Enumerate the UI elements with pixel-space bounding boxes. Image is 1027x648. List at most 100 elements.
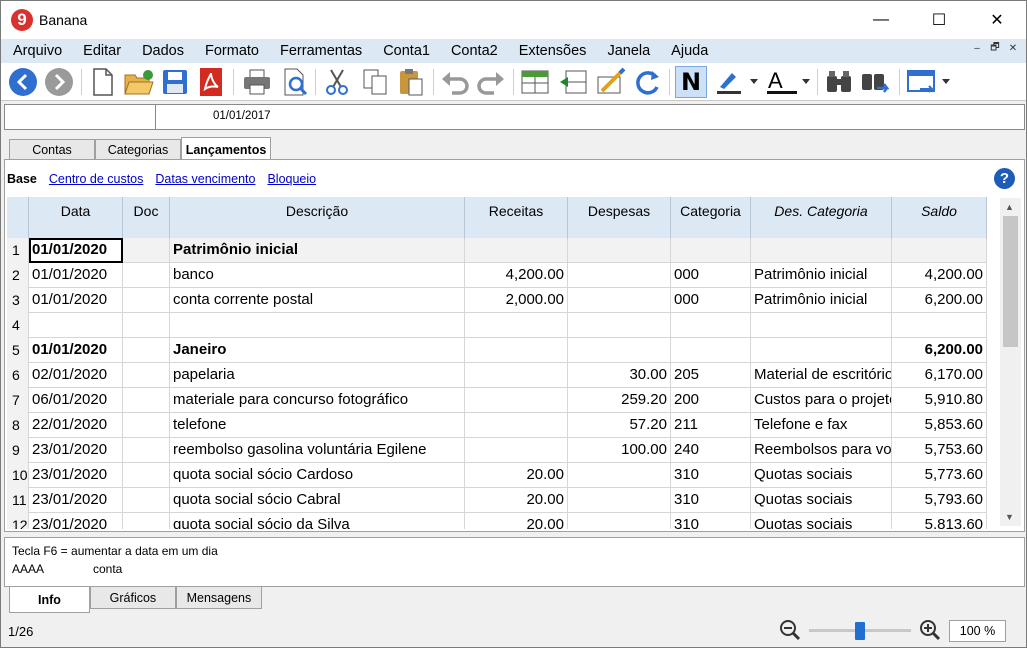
cell-despesas[interactable]: 259.20 xyxy=(568,388,671,413)
header-saldo[interactable]: Saldo xyxy=(892,197,987,238)
cell-saldo[interactable]: 5,773.60 xyxy=(892,463,987,488)
menu-ferramentas[interactable]: Ferramentas xyxy=(268,43,371,59)
cell-saldo[interactable]: 4,200.00 xyxy=(892,263,987,288)
cell-receitas[interactable]: 20.00 xyxy=(465,513,568,529)
cell-categoria[interactable] xyxy=(671,338,751,363)
cell-doc[interactable] xyxy=(123,438,170,463)
view-bloqueio[interactable]: Bloqueio xyxy=(267,172,316,186)
cell-data[interactable]: 01/01/2020 xyxy=(29,263,123,288)
header-despesas[interactable]: Despesas xyxy=(568,197,671,238)
cut-icon[interactable] xyxy=(321,66,353,98)
tab-contas[interactable]: Contas xyxy=(9,139,95,160)
save-icon[interactable] xyxy=(159,66,191,98)
header-data[interactable]: Data xyxy=(29,197,123,238)
delete-rows-icon[interactable] xyxy=(557,66,589,98)
cell-descricao[interactable]: banco xyxy=(170,263,465,288)
cell-saldo[interactable]: 5,910.80 xyxy=(892,388,987,413)
cell-data[interactable]: 01/01/2020 xyxy=(29,288,123,313)
cell-data[interactable]: 23/01/2020 xyxy=(29,463,123,488)
table-row[interactable]: 3 01/01/2020 conta corrente postal 2,000.00… xyxy=(7,288,987,313)
window-layout-icon[interactable] xyxy=(905,66,953,98)
zoom-in-icon[interactable] xyxy=(919,619,941,644)
header-categoria[interactable]: Categoria xyxy=(671,197,751,238)
cell-despesas[interactable]: 30.00 xyxy=(568,363,671,388)
cell-doc[interactable] xyxy=(123,363,170,388)
cell-receitas[interactable] xyxy=(465,338,568,363)
menu-arquivo[interactable]: Arquivo xyxy=(1,43,71,59)
cell-descricao[interactable]: Patrimônio inicial xyxy=(170,238,465,263)
header-doc[interactable]: Doc xyxy=(123,197,170,238)
close-button[interactable]: ✕ xyxy=(968,1,1026,39)
cell-receitas[interactable] xyxy=(465,388,568,413)
cell-saldo[interactable]: 6,170.00 xyxy=(892,363,987,388)
view-centro-de-custos[interactable]: Centro de custos xyxy=(49,172,144,186)
cell-data[interactable]: 01/01/2020 xyxy=(29,338,123,363)
table-row[interactable]: 4 xyxy=(7,313,987,338)
cell-descricao[interactable] xyxy=(170,313,465,338)
edit-columns-icon[interactable] xyxy=(595,66,627,98)
cell-des-categoria[interactable] xyxy=(751,238,892,263)
table-row[interactable]: 7 06/01/2020 materiale para concurso fotog… xyxy=(7,388,987,413)
menu-conta1[interactable]: Conta1 xyxy=(371,43,439,59)
zoom-level-input[interactable]: 100 % xyxy=(949,620,1006,642)
cell-saldo[interactable]: 5,793.60 xyxy=(892,488,987,513)
cell-saldo[interactable] xyxy=(892,313,987,338)
print-icon[interactable] xyxy=(241,66,273,98)
doc-restore-button[interactable]: 🗗 xyxy=(988,41,1002,55)
cell-des-categoria[interactable]: Telefone e fax xyxy=(751,413,892,438)
doc-minimize-button[interactable]: ‒ xyxy=(970,41,984,55)
cell-receitas[interactable]: 4,200.00 xyxy=(465,263,568,288)
cell-receitas[interactable] xyxy=(465,313,568,338)
new-file-icon[interactable] xyxy=(87,66,119,98)
table-row[interactable]: 9 23/01/2020 reembolso gasolina voluntária… xyxy=(7,438,987,463)
table-row[interactable]: 5 01/01/2020 Janeiro 6,200.00 xyxy=(7,338,987,363)
zoom-out-icon[interactable] xyxy=(779,619,801,644)
cell-doc[interactable] xyxy=(123,313,170,338)
cell-categoria[interactable]: 310 xyxy=(671,513,751,529)
tab-lancamentos[interactable]: Lançamentos xyxy=(181,137,271,161)
cell-despesas[interactable] xyxy=(568,313,671,338)
minimize-button[interactable]: — xyxy=(852,1,910,39)
cell-receitas[interactable] xyxy=(465,238,568,263)
view-base[interactable]: Base xyxy=(7,172,37,186)
cell-despesas[interactable] xyxy=(568,488,671,513)
cell-doc[interactable] xyxy=(123,488,170,513)
cell-categoria[interactable]: 240 xyxy=(671,438,751,463)
cell-categoria[interactable]: 310 xyxy=(671,488,751,513)
table-row[interactable]: 10 23/01/2020 quota social sócio Cardoso 20… xyxy=(7,463,987,488)
cell-saldo[interactable]: 5,853.60 xyxy=(892,413,987,438)
cell-des-categoria[interactable]: Reembolsos para voluntários xyxy=(751,438,892,463)
cell-despesas[interactable] xyxy=(568,263,671,288)
scroll-down-icon[interactable]: ▼ xyxy=(1005,512,1014,522)
cell-doc[interactable] xyxy=(123,288,170,313)
cell-descricao[interactable]: telefone xyxy=(170,413,465,438)
cell-des-categoria[interactable]: Quotas sociais xyxy=(751,488,892,513)
redo-icon[interactable] xyxy=(475,66,507,98)
insert-rows-icon[interactable] xyxy=(519,66,551,98)
cell-doc[interactable] xyxy=(123,413,170,438)
cell-des-categoria[interactable]: Patrimônio inicial xyxy=(751,288,892,313)
cell-descricao[interactable]: materiale para concurso fotográfico xyxy=(170,388,465,413)
cell-des-categoria[interactable]: Material de escritório xyxy=(751,363,892,388)
cell-categoria[interactable] xyxy=(671,238,751,263)
cell-despesas[interactable] xyxy=(568,513,671,529)
menu-formato[interactable]: Formato xyxy=(193,43,268,59)
cell-receitas[interactable]: 20.00 xyxy=(465,463,568,488)
cell-saldo[interactable]: 6,200.00 xyxy=(892,338,987,363)
cell-despesas[interactable]: 57.20 xyxy=(568,413,671,438)
table-row[interactable]: 8 22/01/2020 telefone 57.20 211 Telefone e fa… xyxy=(7,413,987,438)
vertical-scrollbar[interactable]: ▲ ▼ xyxy=(1000,198,1021,526)
text-color-icon[interactable]: A xyxy=(763,66,813,98)
menu-conta2[interactable]: Conta2 xyxy=(439,43,507,59)
cell-des-categoria[interactable]: Patrimônio inicial xyxy=(751,263,892,288)
cell-despesas[interactable] xyxy=(568,238,671,263)
cell-data[interactable]: 02/01/2020 xyxy=(29,363,123,388)
cell-descricao[interactable]: reembolso gasolina voluntária Egilene xyxy=(170,438,465,463)
cell-despesas[interactable] xyxy=(568,338,671,363)
cell-saldo[interactable] xyxy=(892,238,987,263)
cell-categoria[interactable]: 000 xyxy=(671,263,751,288)
open-file-icon[interactable] xyxy=(123,66,155,98)
header-descricao[interactable]: Descrição xyxy=(170,197,465,238)
cell-descricao[interactable]: Janeiro xyxy=(170,338,465,363)
cell-saldo[interactable]: 5,753.60 xyxy=(892,438,987,463)
